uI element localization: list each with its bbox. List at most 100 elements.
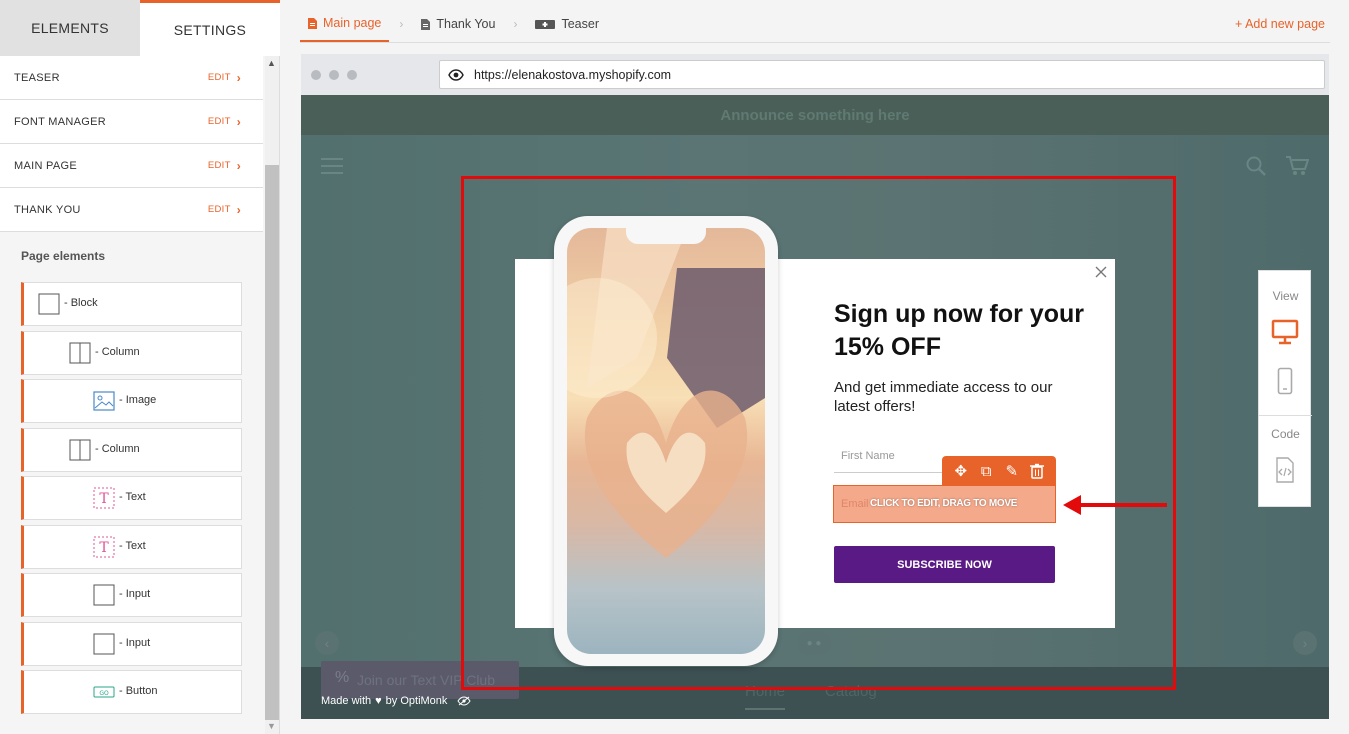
code-label: Code [1271, 427, 1300, 441]
page-element-block[interactable]: - Block [21, 282, 242, 326]
page-breadcrumbs: Main page › Thank You › Teaser [300, 6, 607, 42]
highlight-box [461, 176, 1176, 690]
add-new-page-link[interactable]: + Add new page [1235, 17, 1325, 31]
svg-text:T: T [99, 491, 109, 507]
image-icon [93, 391, 115, 411]
scroll-down-icon[interactable]: ▼ [267, 721, 276, 731]
text-icon: T [93, 536, 115, 557]
chevron-right-icon: › [236, 114, 241, 129]
crumb-teaser[interactable]: Teaser [527, 6, 607, 42]
block-icon [38, 293, 60, 315]
element-label: - Block [64, 297, 98, 309]
page-elements-list: - Block - Column - Image - Column T - Te… [21, 282, 242, 719]
site-preview: Announce something here ‹ › ● ● Home Cat… [301, 95, 1329, 719]
view-panel-divider [1259, 415, 1312, 416]
made-with-label: Made with [321, 695, 372, 707]
teaser-icon [535, 19, 556, 29]
nav-item-main-page[interactable]: MAIN PAGE EDIT › [0, 144, 263, 188]
chevron-right-icon: › [236, 70, 241, 85]
percent-icon: % [335, 669, 350, 686]
crumb-label: Main page [323, 16, 382, 30]
edit-link[interactable]: EDIT › [208, 115, 241, 129]
url-bar[interactable]: https://elenakostova.myshopify.com [439, 60, 1325, 89]
element-label: - Text [119, 491, 146, 503]
optimonk-credit: Made with ♥ by OptiMonk [321, 695, 472, 707]
code-file-icon[interactable] [1275, 457, 1295, 483]
chevron-right-icon: › [236, 158, 241, 173]
nav-item-label: THANK YOU [14, 203, 81, 216]
eye-hidden-icon [457, 696, 472, 706]
nav-item-label: TEASER [14, 71, 60, 84]
svg-text:GO: GO [99, 690, 109, 697]
eye-icon [448, 69, 464, 81]
hamburger-menu-icon [321, 158, 343, 174]
view-panel: View Code [1258, 270, 1312, 507]
edit-label: EDIT [207, 160, 231, 171]
svg-text:T: T [99, 540, 109, 556]
browser-preview: https://elenakostova.myshopify.com Annou… [301, 54, 1329, 719]
chevron-right-icon: › [513, 17, 518, 31]
element-label: - Image [119, 394, 157, 406]
page-element-column[interactable]: - Column [21, 427, 242, 472]
column-icon [69, 342, 91, 363]
announcement-bar: Announce something here [301, 95, 1329, 135]
red-arrow-icon [1063, 495, 1167, 515]
edit-link[interactable]: EDIT › [208, 159, 241, 173]
edit-label: EDIT [207, 72, 231, 83]
page-element-input[interactable]: - Input [21, 621, 242, 666]
edit-label: EDIT [207, 204, 231, 215]
editor-root: ELEMENTS SETTINGS TEASER EDIT › FONT MANA… [0, 0, 1349, 734]
window-dot [311, 70, 321, 80]
nav-item-thank-you[interactable]: THANK YOU EDIT › [0, 188, 263, 232]
page-element-column[interactable]: - Column [21, 330, 242, 375]
input-icon [93, 584, 115, 606]
element-label: - Text [119, 539, 146, 552]
text-icon: T [93, 487, 115, 509]
scrollbar-thumb[interactable] [265, 165, 279, 720]
chevron-right-icon: › [236, 202, 241, 217]
crumb-main-page[interactable]: Main page [300, 6, 390, 42]
page-element-text[interactable]: T - Text [21, 524, 242, 569]
chevron-right-icon: › [399, 17, 404, 31]
search-icon [1246, 156, 1266, 176]
page-elements-title: Page elements [21, 249, 106, 263]
element-label: - Column [95, 442, 140, 455]
slider-next-icon: › [1293, 631, 1317, 655]
nav-item-teaser[interactable]: TEASER EDIT › [0, 56, 263, 100]
page-element-text[interactable]: T - Text [21, 476, 242, 520]
crumb-label: Thank You [436, 17, 496, 31]
edit-label: EDIT [207, 116, 231, 127]
scroll-up-icon[interactable]: ▲ [267, 58, 276, 68]
url-text: https://elenakostova.myshopify.com [474, 67, 672, 82]
document-icon [308, 17, 317, 29]
mobile-icon[interactable] [1277, 367, 1293, 395]
settings-nav-list: TEASER EDIT › FONT MANAGER EDIT › MAIN PAG… [0, 56, 263, 232]
desktop-icon[interactable] [1271, 319, 1299, 345]
edit-link[interactable]: EDIT › [208, 203, 241, 217]
page-element-image[interactable]: - Image [21, 379, 242, 423]
cart-icon [1286, 156, 1309, 175]
crumb-thank-you[interactable]: Thank You [413, 6, 503, 42]
page-element-input[interactable]: - Input [21, 573, 242, 617]
input-icon [93, 633, 115, 654]
made-by-label: by OptiMonk [385, 695, 448, 707]
tab-settings[interactable]: SETTINGS [140, 0, 280, 56]
view-label: View [1272, 289, 1299, 303]
button-icon: GO [93, 686, 115, 698]
document-icon [421, 18, 431, 30]
column-icon [69, 439, 91, 460]
element-label: - Input [119, 636, 151, 649]
tab-elements[interactable]: ELEMENTS [0, 0, 140, 56]
nav-item-font-manager[interactable]: FONT MANAGER EDIT › [0, 100, 263, 144]
browser-bar: https://elenakostova.myshopify.com [301, 54, 1329, 95]
page-element-button[interactable]: GO - Button [21, 670, 242, 714]
window-dot [347, 70, 357, 80]
element-label: - Button [119, 685, 158, 697]
edit-link[interactable]: EDIT › [208, 71, 241, 85]
left-panel: ELEMENTS SETTINGS TEASER EDIT › FONT MANA… [0, 0, 280, 734]
element-label: - Input [119, 588, 151, 600]
heart-icon: ♥ [375, 695, 382, 707]
crumb-label: Teaser [561, 17, 599, 31]
panel-tabs: ELEMENTS SETTINGS [0, 0, 280, 56]
breadcrumb-divider [300, 42, 1330, 43]
